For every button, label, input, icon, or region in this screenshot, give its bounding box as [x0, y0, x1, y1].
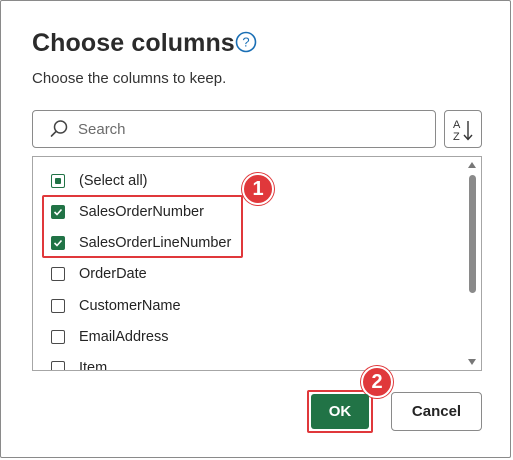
list-item-label: EmailAddress — [79, 329, 169, 345]
dialog-title: Choose columns — [32, 29, 235, 57]
list-scrollbar[interactable] — [464, 157, 481, 370]
svg-text:?: ? — [242, 35, 249, 50]
list-item-label: (Select all) — [79, 173, 148, 189]
list-item-label: CustomerName — [79, 298, 181, 314]
emailaddress-checkbox[interactable] — [51, 330, 65, 344]
ok-button[interactable]: OK — [311, 394, 369, 429]
svg-text:A: A — [453, 119, 461, 131]
search-placeholder: Search — [78, 121, 126, 138]
cancel-button[interactable]: Cancel — [391, 392, 482, 431]
sort-button[interactable]: A Z — [444, 110, 482, 148]
dialog-subtitle: Choose the columns to keep. — [32, 70, 227, 87]
list-item-label: OrderDate — [79, 266, 147, 282]
search-input[interactable]: Search — [32, 110, 436, 148]
annotation-badge-1: 1 — [242, 173, 274, 205]
list-item-label: Item — [79, 360, 108, 371]
svg-text:Z: Z — [453, 131, 460, 143]
orderdate-checkbox[interactable] — [51, 267, 65, 281]
scroll-down-arrow-icon[interactable] — [468, 359, 476, 365]
select-all-checkbox[interactable] — [51, 174, 65, 188]
list-item-item[interactable]: Item — [51, 356, 108, 371]
choose-columns-dialog: Choose columns ? Choose the columns to k… — [0, 0, 511, 458]
list-item-orderdate[interactable]: OrderDate — [51, 262, 147, 286]
list-item-customername[interactable]: CustomerName — [51, 294, 181, 318]
customername-checkbox[interactable] — [51, 299, 65, 313]
list-item-select-all[interactable]: (Select all) — [51, 169, 148, 193]
question-circle-icon[interactable]: ? — [235, 31, 257, 53]
scroll-thumb[interactable] — [469, 175, 476, 293]
search-icon — [50, 120, 68, 137]
list-item-emailaddress[interactable]: EmailAddress — [51, 325, 168, 349]
annotation-highlight-checked-columns — [42, 195, 243, 258]
scroll-up-arrow-icon[interactable] — [468, 162, 476, 168]
sort-az-icon: A Z — [453, 119, 473, 143]
item-checkbox[interactable] — [51, 361, 65, 370]
